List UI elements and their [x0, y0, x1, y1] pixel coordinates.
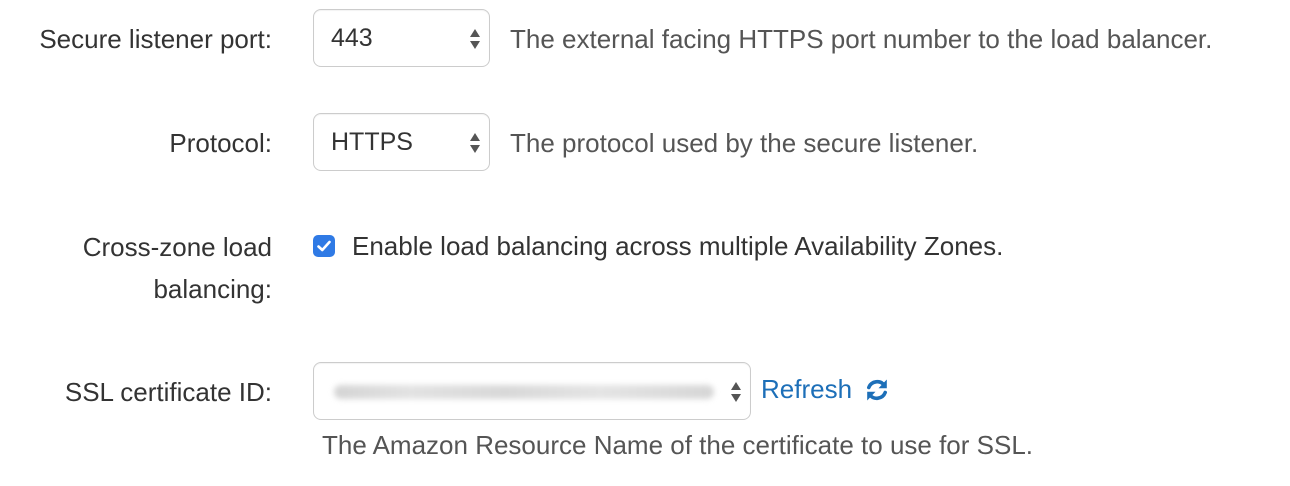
protocol-help: The protocol used by the secure listener… [510, 128, 979, 158]
cross-zone-checkbox-label[interactable]: Enable load balancing across multiple Av… [352, 231, 1003, 262]
cross-zone-label-line2: balancing: [153, 274, 272, 304]
protocol-select[interactable]: HTTPS [313, 113, 490, 171]
refresh-link[interactable]: Refresh [761, 374, 852, 405]
redacted-certificate-value [334, 385, 714, 399]
secure-listener-port-select[interactable]: 443 [313, 9, 490, 67]
select-arrows-icon [470, 132, 480, 154]
protocol-value: HTTPS [331, 128, 413, 156]
refresh-icon[interactable] [864, 376, 890, 404]
select-arrows-icon [731, 381, 741, 403]
protocol-label: Protocol: [169, 128, 272, 158]
cross-zone-checkbox[interactable] [313, 235, 335, 257]
select-arrows-icon [470, 28, 480, 50]
ssl-certificate-help: The Amazon Resource Name of the certific… [322, 430, 1034, 460]
secure-listener-port-value: 443 [331, 24, 373, 52]
secure-listener-port-label: Secure listener port: [39, 24, 272, 54]
ssl-certificate-select[interactable] [313, 362, 751, 420]
cross-zone-label-line1: Cross-zone load [82, 232, 272, 262]
secure-listener-port-help: The external facing HTTPS port number to… [510, 24, 1213, 54]
checkmark-icon [317, 240, 331, 252]
ssl-certificate-label: SSL certificate ID: [64, 377, 272, 407]
